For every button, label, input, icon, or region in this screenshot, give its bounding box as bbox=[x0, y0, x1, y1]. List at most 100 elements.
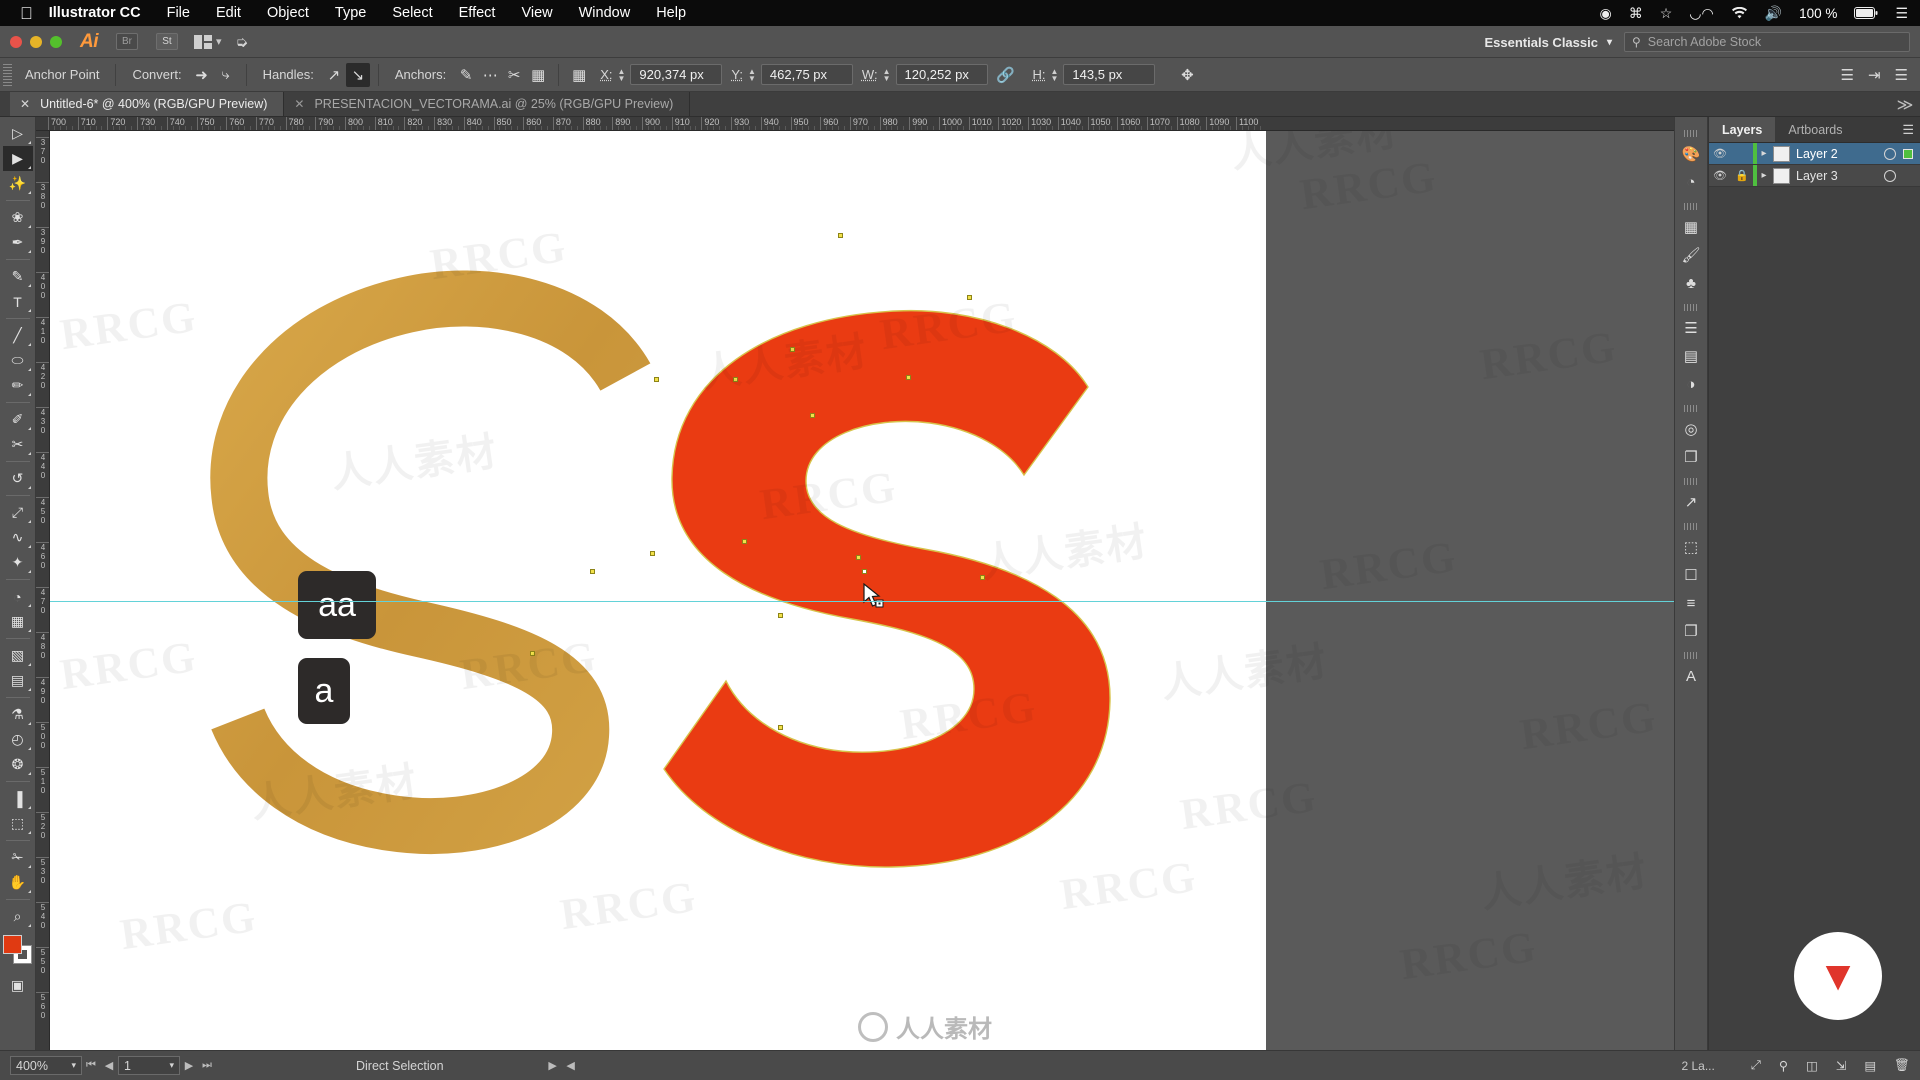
minimize-window-button[interactable] bbox=[30, 35, 42, 48]
arrange-documents-button[interactable]: ▾ bbox=[194, 34, 222, 49]
lock-icon[interactable]: 🔒 bbox=[1731, 169, 1753, 182]
layer-name[interactable]: Layer 2 bbox=[1796, 147, 1884, 161]
anchor-point[interactable] bbox=[967, 295, 972, 300]
scissors-tool[interactable]: ✂ bbox=[3, 432, 33, 457]
anchor-point[interactable] bbox=[810, 413, 815, 418]
paintbrush-tool[interactable]: ✏ bbox=[3, 373, 33, 398]
vertical-ruler[interactable]: 370 380 390 400 410 420 430 440 450 460 470 480 490 5… bbox=[36, 131, 50, 1050]
lasso-tool[interactable]: ❀ bbox=[3, 205, 33, 230]
previous-artboard-button[interactable]: ◀ bbox=[100, 1059, 118, 1072]
perspective-grid-tool[interactable]: ▦ bbox=[3, 609, 33, 634]
show-handles-icon[interactable]: ↗ bbox=[322, 63, 346, 87]
close-icon[interactable]: ✕ bbox=[20, 97, 30, 111]
close-icon[interactable]: ✕ bbox=[294, 97, 304, 111]
menu-type[interactable]: Type bbox=[335, 5, 366, 21]
anchor-point[interactable] bbox=[778, 613, 783, 618]
magic-wand-tool[interactable]: ✨ bbox=[3, 171, 33, 196]
battery-icon[interactable] bbox=[1854, 7, 1878, 19]
menu-file[interactable]: File bbox=[167, 5, 190, 21]
horizontal-guide[interactable] bbox=[50, 601, 1266, 602]
dock-group-grip[interactable] bbox=[1684, 652, 1698, 659]
control-bar-grip[interactable] bbox=[3, 63, 12, 86]
menu-window[interactable]: Window bbox=[579, 5, 631, 21]
tab-artboards[interactable]: Artboards bbox=[1775, 117, 1855, 142]
color-panel-icon[interactable]: 🎨 bbox=[1677, 140, 1705, 168]
color-guide-icon[interactable]: ◔ bbox=[1677, 168, 1705, 196]
horizontal-ruler[interactable]: 700 710 720 730 740 750 760 770 780 790 800 810 820 8… bbox=[36, 117, 1674, 131]
rocket-icon[interactable]: ➭ bbox=[236, 33, 249, 51]
column-graph-tool[interactable]: ▐ bbox=[3, 786, 33, 811]
letter-s-gold[interactable] bbox=[146, 227, 706, 877]
menu-effect[interactable]: Effect bbox=[459, 5, 496, 21]
gradient-icon[interactable]: ▤ bbox=[1677, 342, 1705, 370]
eye-icon[interactable]: 👁 bbox=[1709, 169, 1731, 182]
align-icon[interactable]: ≡ bbox=[1677, 589, 1705, 617]
line-segment-tool[interactable]: ╱ bbox=[3, 323, 33, 348]
close-window-button[interactable] bbox=[10, 35, 22, 48]
document-tab-presentacion-vectorama[interactable]: ✕ PRESENTACION_VECTORAMA.ai @ 25% (RGB/G… bbox=[284, 92, 691, 116]
export-icon[interactable]: ↗ bbox=[1677, 488, 1705, 516]
x-stepper[interactable]: ▲ ▼ bbox=[618, 67, 626, 82]
menu-object[interactable]: Object bbox=[267, 5, 309, 21]
anchor-point[interactable] bbox=[906, 375, 911, 380]
layer-row-layer-2[interactable]: 👁 ▸ Layer 2 bbox=[1709, 143, 1920, 165]
creative-cloud-icon[interactable]: ◡◠ bbox=[1689, 5, 1713, 22]
shape-builder-tool[interactable]: ◔ bbox=[3, 584, 33, 609]
dock-group-grip[interactable] bbox=[1684, 478, 1698, 485]
isolate-anchor-icon[interactable]: ▦ bbox=[526, 63, 550, 87]
anchor-point[interactable] bbox=[838, 233, 843, 238]
new-sublayer-icon[interactable]: ⇲ bbox=[1836, 1058, 1846, 1073]
anchor-point[interactable] bbox=[778, 725, 783, 730]
symbols-icon[interactable]: ♣ bbox=[1677, 269, 1705, 297]
letter-s-red[interactable] bbox=[650, 281, 1120, 901]
scale-tool[interactable]: ⤢ bbox=[3, 500, 33, 525]
canvas-area[interactable]: aa a bbox=[50, 131, 1674, 1050]
dock-group-grip[interactable] bbox=[1684, 405, 1698, 412]
convert-to-corner-icon[interactable]: ➜ bbox=[190, 63, 214, 87]
align-panel-icon[interactable]: ☰ bbox=[1841, 66, 1854, 84]
anchor-point[interactable] bbox=[980, 575, 985, 580]
layer-name[interactable]: Layer 3 bbox=[1796, 169, 1884, 183]
hand-tool[interactable]: ✋ bbox=[3, 870, 33, 895]
artboard[interactable]: aa a bbox=[50, 131, 1266, 1050]
anchor-point[interactable] bbox=[654, 377, 659, 382]
ellipse-tool[interactable]: ⬭ bbox=[3, 348, 33, 373]
type-tool[interactable]: T bbox=[3, 289, 33, 314]
x-input[interactable]: 920,374 px bbox=[630, 64, 723, 85]
bookmark-icon[interactable]: ☆ bbox=[1660, 5, 1673, 22]
remove-anchor-icon[interactable]: ✎ bbox=[454, 63, 478, 87]
wifi-icon[interactable] bbox=[1731, 6, 1748, 20]
w-stepper[interactable]: ▲ ▼ bbox=[883, 67, 891, 82]
h-stepper[interactable]: ▲ ▼ bbox=[1051, 67, 1059, 82]
adobe-stock-search[interactable]: ⚲ Search Adobe Stock bbox=[1624, 32, 1910, 52]
connect-anchors-icon[interactable]: ⋯ bbox=[478, 63, 502, 87]
blend-tool[interactable]: ◴ bbox=[3, 727, 33, 752]
menu-edit[interactable]: Edit bbox=[216, 5, 241, 21]
next-artboard-button[interactable]: ▶ bbox=[180, 1059, 198, 1072]
link-proportions-icon[interactable]: 🔗 bbox=[994, 63, 1018, 87]
anchor-point[interactable] bbox=[733, 377, 738, 382]
cut-path-icon[interactable]: ✂ bbox=[502, 63, 526, 87]
swatches-icon[interactable]: ▦ bbox=[1677, 213, 1705, 241]
y-input[interactable]: 462,75 px bbox=[760, 64, 853, 85]
menu-view[interactable]: View bbox=[521, 5, 552, 21]
pencil-tool[interactable]: ✐ bbox=[3, 407, 33, 432]
transparency-icon[interactable]: ◑ bbox=[1677, 370, 1705, 398]
artboard-number-select[interactable]: 1 ▾ bbox=[118, 1056, 180, 1075]
transform-icon[interactable]: ⬚ bbox=[1677, 533, 1705, 561]
gradient-tool[interactable]: ▤ bbox=[3, 668, 33, 693]
selection-indicator[interactable] bbox=[1903, 148, 1913, 159]
control-overflow-menu-icon[interactable]: ☰ bbox=[1895, 66, 1908, 84]
anchor-point[interactable] bbox=[650, 551, 655, 556]
chevron-right-icon[interactable]: ▸ bbox=[1757, 148, 1771, 159]
tab-layers[interactable]: Layers bbox=[1709, 117, 1776, 142]
type-panel-icon[interactable]: A bbox=[1677, 662, 1705, 690]
menubar-app-name[interactable]: Illustrator CC bbox=[49, 5, 141, 21]
transform-each-icon[interactable]: ✥ bbox=[1175, 63, 1199, 87]
status-menu-icon[interactable]: ▶ bbox=[544, 1059, 562, 1072]
layers-stack-icon[interactable]: ❐ bbox=[1677, 617, 1705, 645]
last-artboard-button[interactable]: ⏭ bbox=[198, 1059, 216, 1072]
control-center-icon[interactable]: ☰ bbox=[1895, 5, 1908, 22]
apple-logo-icon[interactable]:  bbox=[20, 5, 33, 22]
artboard-tool[interactable]: ⬚ bbox=[3, 811, 33, 836]
